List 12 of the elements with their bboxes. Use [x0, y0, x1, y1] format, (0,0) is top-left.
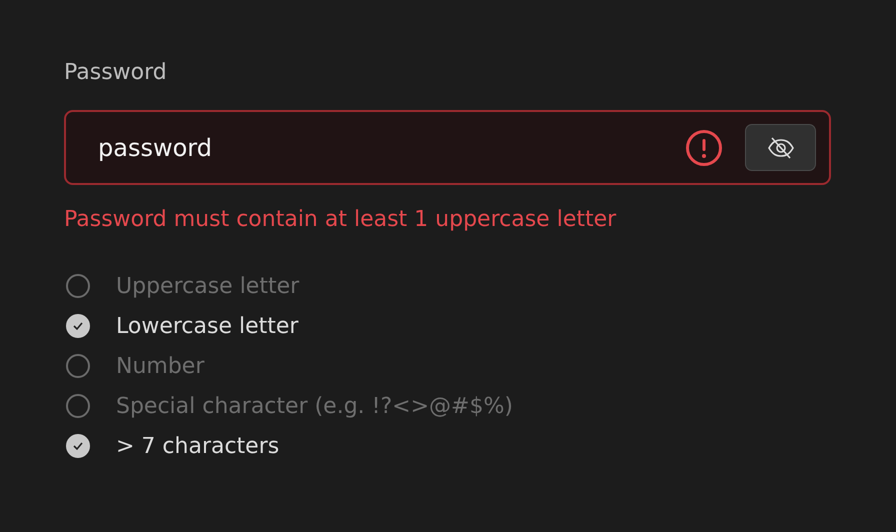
requirement-text: Special character (e.g. !?<>@#$%)	[116, 394, 513, 418]
requirement-text: Number	[116, 354, 204, 378]
password-input[interactable]: password	[98, 134, 685, 162]
requirement-text: > 7 characters	[116, 434, 280, 458]
error-message: Password must contain at least 1 uppercase letter	[64, 207, 618, 232]
error-icon	[685, 128, 723, 166]
visibility-toggle-button[interactable]	[745, 124, 816, 171]
requirement-text: Lowercase letter	[116, 314, 298, 338]
field-label: Password	[64, 60, 168, 87]
eye-slash-icon	[766, 136, 794, 158]
requirement-text: Uppercase letter	[116, 274, 300, 298]
password-field[interactable]: password	[64, 110, 831, 185]
